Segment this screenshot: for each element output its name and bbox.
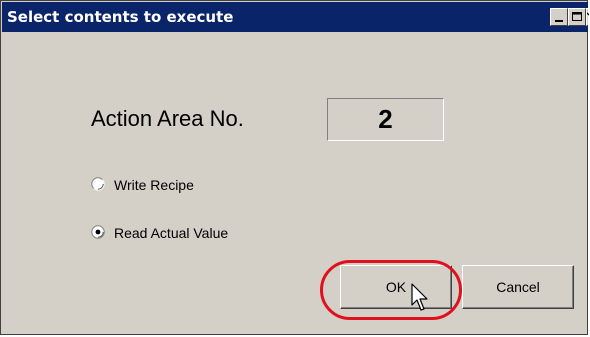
- radio-write-recipe-label: Write Recipe: [114, 177, 194, 193]
- minimize-icon: [555, 20, 563, 22]
- radio-unchecked-icon[interactable]: [91, 177, 105, 191]
- close-button[interactable]: [586, 8, 589, 26]
- ok-button[interactable]: OK: [340, 265, 452, 309]
- mouse-pointer-icon: [411, 283, 428, 311]
- close-icon: [587, 12, 589, 16]
- dialog-window: Select contents to execute Action Area N…: [0, 0, 589, 335]
- radio-read-actual-value-label: Read Actual Value: [114, 225, 229, 241]
- minimize-button[interactable]: [550, 8, 568, 26]
- maximize-button[interactable]: [568, 8, 586, 26]
- title-bar[interactable]: Select contents to execute: [2, 2, 589, 32]
- action-area-number: 2: [327, 98, 444, 141]
- cancel-button[interactable]: Cancel: [462, 265, 574, 309]
- radio-checked-icon[interactable]: [91, 225, 105, 239]
- maximize-icon: [572, 12, 582, 21]
- action-area-label: Action Area No.: [91, 106, 244, 131]
- window-title: Select contents to execute: [7, 8, 234, 26]
